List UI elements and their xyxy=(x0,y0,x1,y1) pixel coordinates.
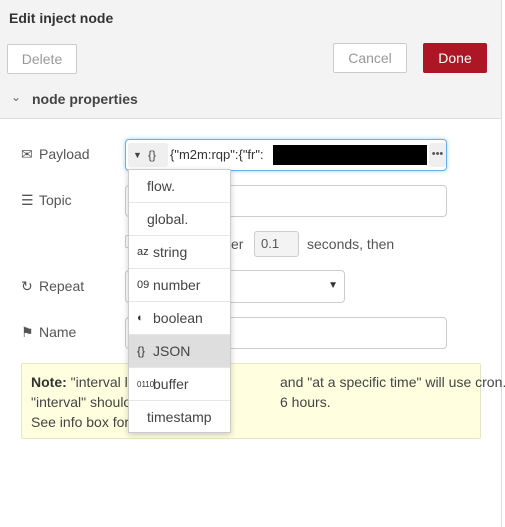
note-heading: Note: xyxy=(31,374,67,390)
note-text: 6 hours. xyxy=(280,394,331,410)
note-text: "interval" shoulo xyxy=(31,394,132,410)
menu-item-flow[interactable]: flow. xyxy=(129,170,230,203)
name-label: ⚑ Name xyxy=(21,324,77,340)
cancel-button[interactable]: Cancel xyxy=(333,43,407,73)
done-button[interactable]: Done xyxy=(423,43,487,73)
note-text: "interval l xyxy=(70,374,128,390)
caret-down-icon: ▼ xyxy=(133,150,142,160)
payload-input[interactable]: ▼ {} {"m2m:rqp":{"fr": ••• xyxy=(125,139,447,171)
repeat-icon: ↻ xyxy=(21,278,33,294)
menu-item-number[interactable]: 09 number xyxy=(129,269,230,302)
payload-value[interactable]: {"m2m:rqp":{"fr": xyxy=(170,147,264,162)
redacted-region xyxy=(273,145,427,165)
envelope-icon: ✉ xyxy=(21,146,33,162)
type-select-button[interactable]: ▼ {} xyxy=(128,143,168,167)
number-type-icon: 09 xyxy=(137,279,150,291)
payload-label: ✉ Payload xyxy=(21,146,90,162)
delete-button[interactable]: Delete xyxy=(7,44,77,74)
chevron-down-icon: ⌄ xyxy=(11,90,22,104)
inject-once-text: er xyxy=(231,236,244,252)
menu-item-boolean[interactable]: ◐ boolean xyxy=(129,302,230,335)
inject-delay-unit: seconds, then xyxy=(307,236,395,252)
repeat-label: ↻ Repeat xyxy=(21,278,85,294)
note-text: and "at a specific time" will use cron. xyxy=(280,374,505,390)
menu-item-global[interactable]: global. xyxy=(129,203,230,236)
buffer-type-icon: 0110 xyxy=(137,380,155,389)
inject-delay-input[interactable]: 0.1 xyxy=(254,231,299,257)
tray-toolbar: Delete Cancel Done xyxy=(0,36,501,83)
expand-editor-button[interactable]: ••• xyxy=(429,143,446,167)
tray-title: Edit inject node xyxy=(9,10,114,26)
tag-icon: ⚑ xyxy=(21,324,34,340)
menu-item-string[interactable]: az string xyxy=(129,236,230,269)
menu-item-buffer[interactable]: 0110 buffer xyxy=(129,368,230,401)
note-text: See info box for xyxy=(31,414,130,430)
section-node-properties[interactable]: ⌄ node properties xyxy=(0,82,501,119)
topic-label: ☰ Topic xyxy=(21,192,72,208)
json-type-icon: {} xyxy=(137,344,146,358)
menu-item-timestamp[interactable]: timestamp xyxy=(129,401,230,434)
caret-down-icon: ▼ xyxy=(328,280,338,291)
tray-header: Edit inject node xyxy=(0,0,501,37)
menu-item-json[interactable]: {} JSON xyxy=(129,335,230,368)
boolean-type-icon: ◐ xyxy=(137,312,144,324)
section-label: node properties xyxy=(32,91,138,107)
type-dropdown-menu: flow. global. az string 09 number ◐ bool… xyxy=(128,169,231,433)
type-glyph: {} xyxy=(148,148,157,162)
tasks-icon: ☰ xyxy=(21,192,34,208)
string-type-icon: az xyxy=(137,246,149,258)
edit-node-tray: Edit inject node Delete Cancel Done ⌄ no… xyxy=(0,0,505,527)
info-note: Note: "interval l and "at a specific tim… xyxy=(21,363,505,439)
